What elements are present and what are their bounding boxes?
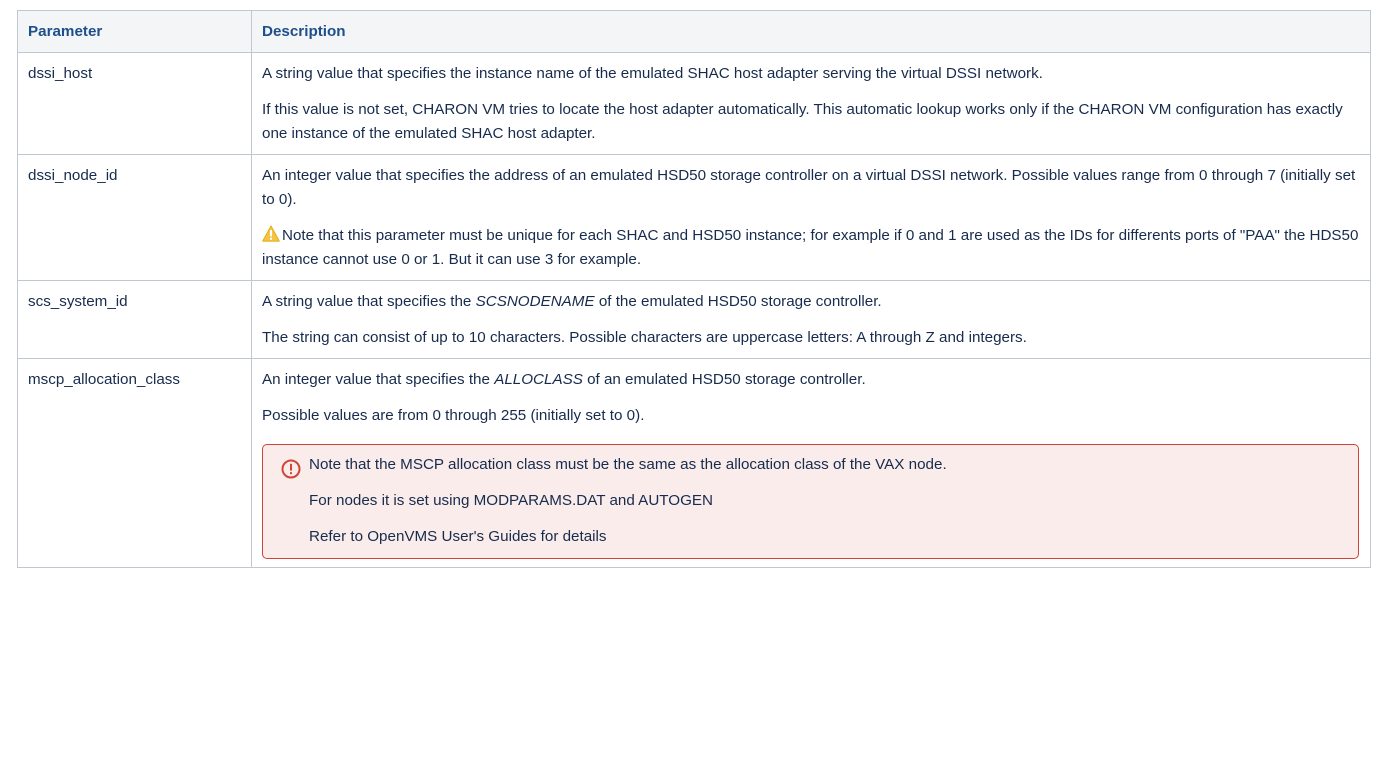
warning-note-text: Note that this parameter must be unique …: [262, 227, 1359, 268]
desc-paragraph: The string can consist of up to 10 chara…: [262, 329, 1027, 346]
page: Parameter Description dssi_host A string…: [0, 0, 1387, 763]
desc-text: A string value that specifies the: [262, 293, 476, 310]
table-header-row: Parameter Description: [17, 10, 1371, 53]
param-name-scs-system-id: scs_system_id: [17, 280, 252, 359]
desc-text: An integer value that specifies the: [262, 371, 495, 388]
emphasis-scsnodename: SCSNODENAME: [475, 293, 595, 310]
header-description: Description: [251, 10, 1371, 53]
param-name-dssi-node-id: dssi_node_id: [17, 154, 252, 281]
param-desc-dssi-node-id: An integer value that specifies the addr…: [251, 154, 1371, 281]
desc-paragraph: A string value that specifies the SCSNOD…: [262, 290, 1360, 314]
param-name-dssi-host: dssi_host: [17, 52, 252, 155]
table-row: scs_system_id A string value that specif…: [17, 280, 1371, 359]
table-row: dssi_host A string value that specifies …: [17, 52, 1371, 155]
table-row: dssi_node_id An integer value that speci…: [17, 154, 1371, 281]
error-panel: Note that the MSCP allocation class must…: [262, 444, 1359, 559]
exclamation-circle-icon: [281, 459, 301, 479]
param-desc-scs-system-id: A string value that specifies the SCSNOD…: [251, 280, 1371, 359]
table-row: mscp_allocation_class An integer value t…: [17, 358, 1371, 568]
desc-paragraph: A string value that specifies the instan…: [262, 65, 1043, 82]
panel-line: Refer to OpenVMS User's Guides for detai…: [309, 528, 607, 545]
desc-paragraph: An integer value that specifies the addr…: [262, 167, 1356, 208]
param-desc-mscp-allocation-class: An integer value that specifies the ALLO…: [251, 358, 1371, 568]
warning-triangle-icon: [262, 225, 280, 242]
parameter-table: Parameter Description dssi_host A string…: [17, 10, 1371, 568]
param-desc-dssi-host: A string value that specifies the instan…: [251, 52, 1371, 155]
warning-note: Note that this parameter must be unique …: [262, 224, 1360, 272]
desc-paragraph: Possible values are from 0 through 255 (…: [262, 407, 645, 424]
desc-paragraph: If this value is not set, CHARON VM trie…: [262, 101, 1343, 142]
param-name-mscp-allocation-class: mscp_allocation_class: [17, 358, 252, 568]
desc-paragraph: An integer value that specifies the ALLO…: [262, 368, 1360, 392]
panel-line: For nodes it is set using MODPARAMS.DAT …: [309, 492, 714, 509]
emphasis-alloclass: ALLOCLASS: [494, 371, 583, 388]
desc-text: of an emulated HSD50 storage controller.: [582, 371, 866, 388]
header-parameter: Parameter: [17, 10, 252, 53]
panel-line: Note that the MSCP allocation class must…: [309, 456, 947, 473]
desc-text: of the emulated HSD50 storage controller…: [594, 293, 882, 310]
panel-body: Note that the MSCP allocation class must…: [309, 453, 1344, 549]
